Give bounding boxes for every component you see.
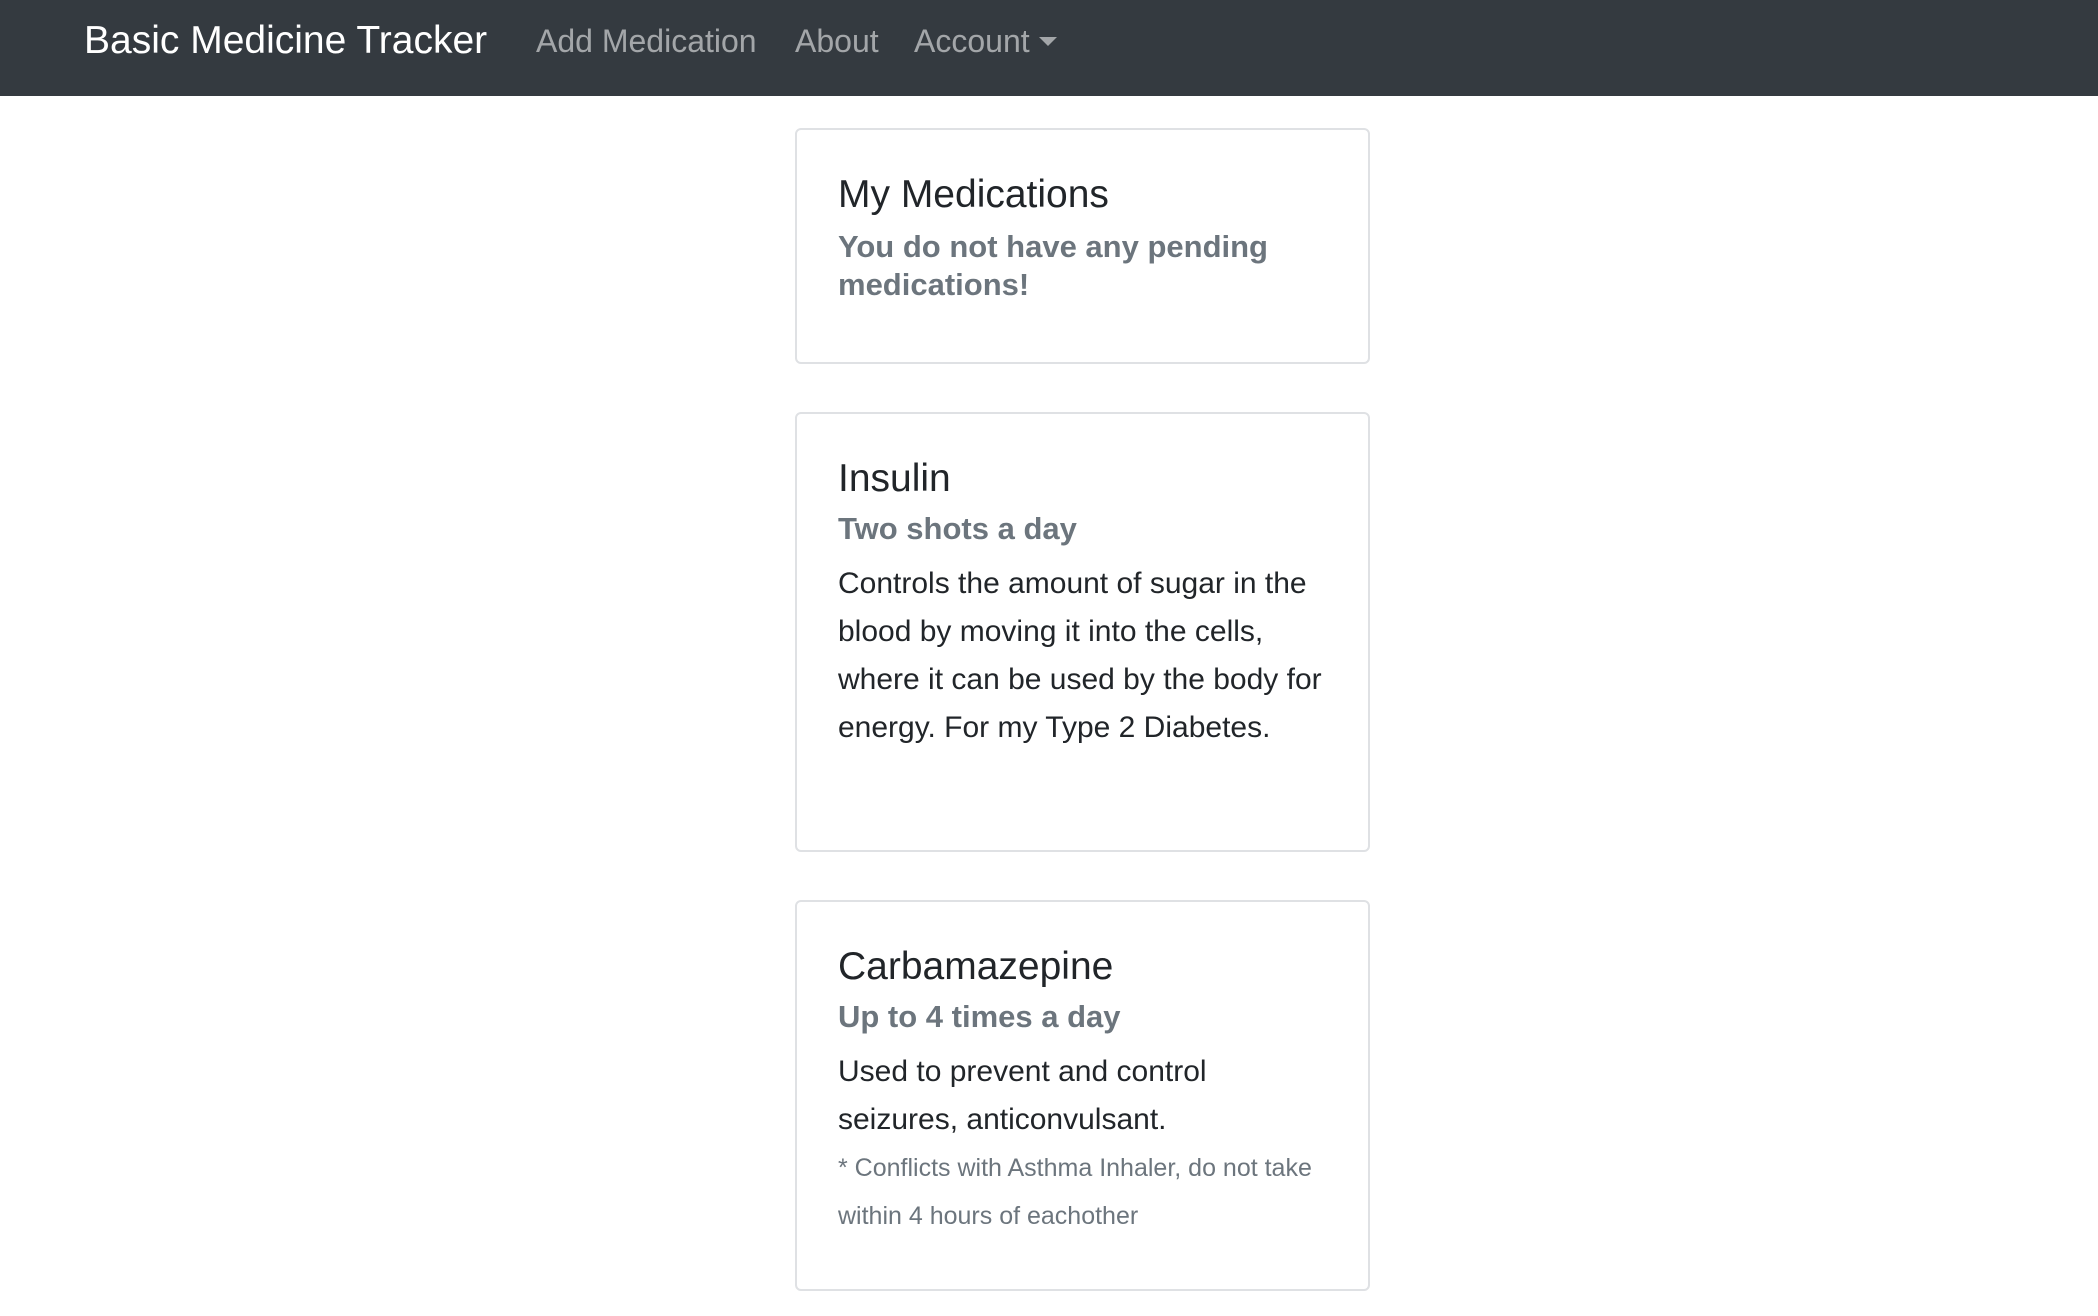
top-navbar: Basic Medicine Tracker Add Medication Ab… [0,0,2098,96]
brand-link[interactable]: Basic Medicine Tracker [84,18,487,64]
chevron-down-icon [1038,37,1057,46]
card-subtitle: You do not have any pending medications! [838,229,1268,302]
nav-account-dropdown[interactable]: Account [914,20,1057,62]
medication-name: Insulin [838,457,951,500]
nav-account-label: Account [914,23,1030,59]
nav-about-link[interactable]: About [795,20,879,62]
medication-frequency: Two shots a day [838,511,1077,546]
medication-card-carbamazepine: Carbamazepine Up to 4 times a day Used t… [795,900,1370,1291]
medication-card-insulin: Insulin Two shots a day Controls the amo… [795,412,1370,852]
card-title: My Medications [838,173,1109,216]
nav-add-medication-link[interactable]: Add Medication [536,20,757,62]
medication-description: Used to prevent and control seizures, an… [838,1055,1207,1136]
medication-description: Controls the amount of sugar in the bloo… [838,567,1322,744]
my-medications-card: My Medications You do not have any pendi… [795,128,1370,364]
medication-conflict-note: * Conflicts with Asthma Inhaler, do not … [838,1154,1312,1230]
medication-frequency: Up to 4 times a day [838,999,1121,1034]
medication-name: Carbamazepine [838,945,1114,988]
